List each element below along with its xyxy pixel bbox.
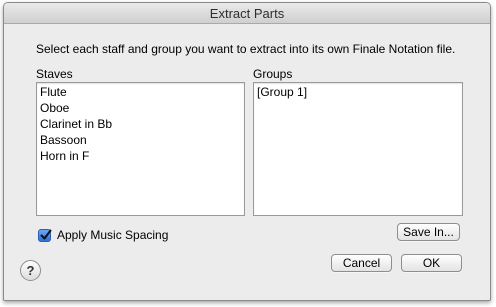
ok-button[interactable]: OK <box>401 254 462 272</box>
staves-list[interactable]: Flute Oboe Clarinet in Bb Bassoon Horn i… <box>36 82 245 216</box>
instruction-text: Select each staff and group you want to … <box>36 42 456 56</box>
staff-item-bassoon[interactable]: Bassoon <box>37 132 244 148</box>
save-in-button[interactable]: Save In... <box>397 223 460 241</box>
staff-item-flute[interactable]: Flute <box>37 84 244 100</box>
apply-music-spacing-row[interactable]: Apply Music Spacing <box>38 227 168 243</box>
group-item-1[interactable]: [Group 1] <box>254 84 462 100</box>
apply-music-spacing-checkbox[interactable] <box>38 228 52 242</box>
staff-item-clarinet[interactable]: Clarinet in Bb <box>37 116 244 132</box>
cancel-button[interactable]: Cancel <box>331 254 392 272</box>
checkmark-icon <box>40 229 52 239</box>
help-button[interactable]: ? <box>20 260 41 281</box>
window-title: Extract Parts <box>209 6 285 21</box>
groups-list[interactable]: [Group 1] <box>253 82 463 216</box>
staff-item-horn[interactable]: Horn in F <box>37 148 244 164</box>
staff-item-oboe[interactable]: Oboe <box>37 100 244 116</box>
extract-parts-dialog: Extract Parts Select each staff and grou… <box>3 2 491 301</box>
apply-music-spacing-label: Apply Music Spacing <box>57 228 169 242</box>
staves-label: Staves <box>36 67 73 81</box>
title-bar[interactable]: Extract Parts <box>4 3 490 24</box>
groups-label: Groups <box>253 67 293 81</box>
